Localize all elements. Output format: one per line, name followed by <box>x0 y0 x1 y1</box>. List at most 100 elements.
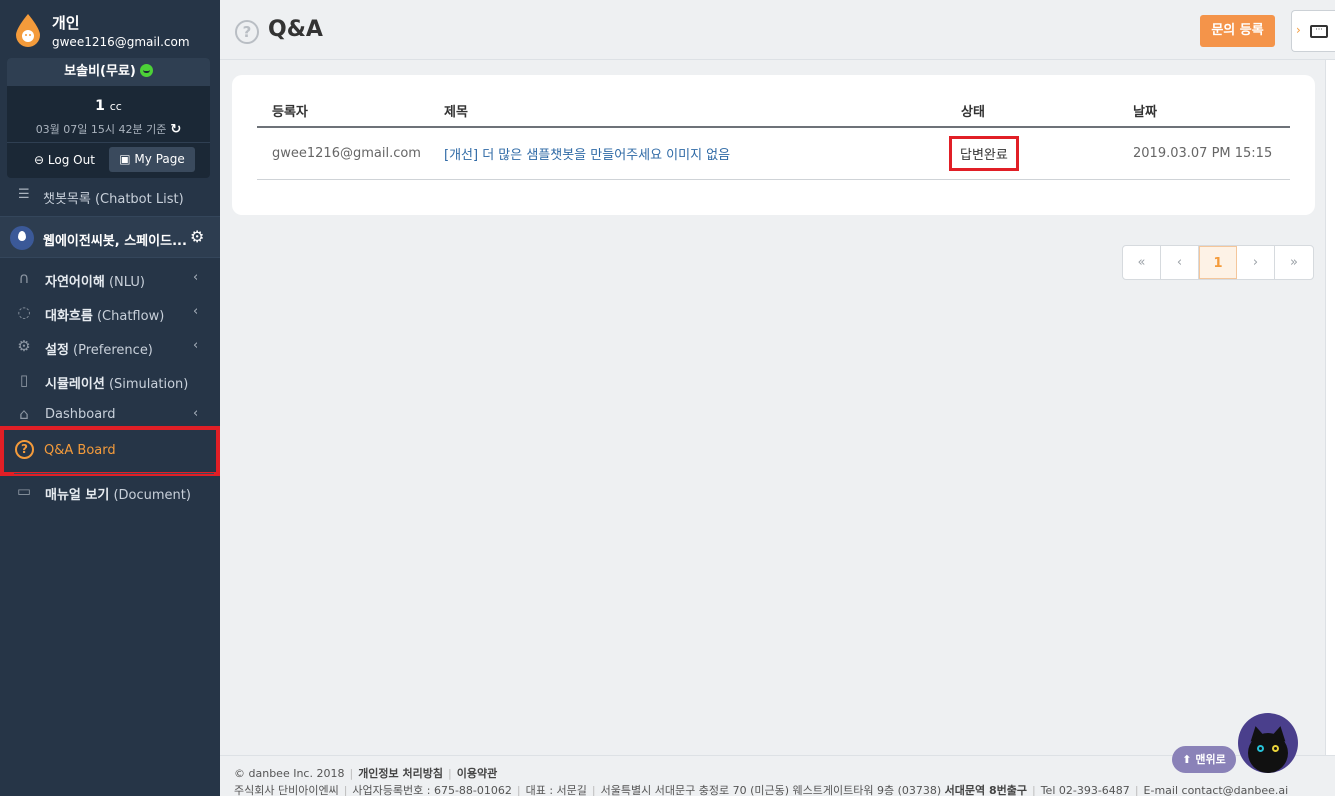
table-header-row: 등록자 제목 상태 날짜 <box>257 94 1290 128</box>
sidebar-item-label: 매뉴얼 보기 (Document) <box>45 484 191 503</box>
cc-balance: 1 cc <box>7 98 210 114</box>
last-page-button[interactable]: » <box>1275 246 1313 279</box>
chat-toggle-button[interactable]: › ··· <box>1291 10 1335 52</box>
column-header-date: 날짜 <box>1118 94 1290 128</box>
label-rest: (NLU) <box>104 275 145 290</box>
footer-station: 서대문역 8번출구 <box>944 784 1027 796</box>
cell-author: gwee1216@gmail.com <box>257 127 429 180</box>
sidebar-item-label: Q&A Board <box>44 443 116 458</box>
question-circle-icon: ? <box>235 20 259 44</box>
divider: | <box>516 784 521 796</box>
gear-icon[interactable]: ⚙ <box>190 227 204 246</box>
sidebar: 개인 gwee1216@gmail.com 보솔비(무료) 1 cc 03월 0… <box>0 0 220 796</box>
cat-eye <box>1257 745 1264 752</box>
page-button-current[interactable]: 1 <box>1199 246 1237 279</box>
scroll-to-top-button[interactable]: ⬆ 맨위로 <box>1172 746 1236 773</box>
chevron-left-icon: ‹ <box>193 270 199 285</box>
cc-date-text: 03월 07일 15시 42분 기준 <box>35 123 167 136</box>
profile-name: 개인 <box>52 14 80 32</box>
divider: | <box>349 767 354 780</box>
table-row[interactable]: gwee1216@gmail.com [개선] 더 많은 샘플챗봇을 만들어주세… <box>257 127 1290 180</box>
divider: | <box>1031 784 1036 796</box>
cell-status: 답변완료 <box>946 127 1118 180</box>
sidebar-item-preference[interactable]: ⚙ 설정 (Preference) ‹ <box>0 332 220 362</box>
chevron-right-icon: › <box>1296 23 1301 37</box>
bot-icon <box>10 226 34 250</box>
divider <box>7 142 210 143</box>
label-bold: 설정 <box>45 343 69 358</box>
inquiry-register-button[interactable]: 문의 등록 <box>1200 15 1275 47</box>
chart-board-icon: ⌂ <box>19 405 29 423</box>
mypage-label: My Page <box>134 152 185 166</box>
sidebar-item-simulation[interactable]: ▯ 시뮬레이션 (Simulation) <box>0 366 220 396</box>
sidebar-item-chatflow[interactable]: ◌ 대화흐름 (Chatflow) ‹ <box>0 298 220 328</box>
sidebar-item-label: 설정 (Preference) <box>45 339 153 358</box>
sidebar-item-label: Dashboard <box>45 407 116 422</box>
page-header: ? Q&A 문의 등록 › ··· <box>220 0 1335 60</box>
chat-bubble-icon: ··· <box>1310 25 1328 38</box>
cell-title-link[interactable]: [개선] 더 많은 샘플챗봇을 만들어주세요 이미지 없음 <box>429 127 946 180</box>
footer-row-1: © danbee Inc. 2018 | 개인정보 처리방침 | 이용약관 <box>234 765 497 781</box>
qa-table: 등록자 제목 상태 날짜 gwee1216@gmail.com [개선] 더 많… <box>257 94 1290 180</box>
phone-icon: ▯ <box>19 371 29 389</box>
question-circle-icon: ? <box>15 440 34 459</box>
logout-label: Log Out <box>47 153 95 167</box>
sidebar-item-qa-board[interactable]: ? Q&A Board <box>0 426 220 476</box>
label-rest: (Chatflow) <box>92 309 165 324</box>
gears-icon: ⚙ <box>17 337 31 355</box>
cat-chatbot-icon[interactable] <box>1238 713 1298 773</box>
footer-email: E-mail contact@danbee.ai <box>1143 784 1289 796</box>
refresh-icon[interactable]: ↻ <box>170 122 181 137</box>
label-rest: (Preference) <box>68 343 153 358</box>
footer-company: 주식회사 단비아이엔씨 <box>234 784 339 796</box>
sidebar-item-nlu[interactable]: ∩ 자연어이해 (NLU) ‹ <box>0 264 220 294</box>
sidebar-item-label: 대화흐름 (Chatflow) <box>45 305 164 324</box>
cc-unit: cc <box>109 100 122 113</box>
next-page-button[interactable]: › <box>1237 246 1275 279</box>
chevron-left-icon: ‹ <box>193 338 199 353</box>
profile-email: gwee1216@gmail.com <box>52 35 190 49</box>
label-rest: (Document) <box>109 488 191 503</box>
sidebar-item-document[interactable]: ▭ 매뉴얼 보기 (Document) <box>0 477 220 507</box>
first-page-button[interactable]: « <box>1123 246 1161 279</box>
divider: | <box>591 784 596 796</box>
column-header-title: 제목 <box>429 94 946 128</box>
chevron-left-icon: ‹ <box>193 406 199 421</box>
label-bold: 대화흐름 <box>45 309 93 324</box>
plan-title-text: 보솔비(무료) <box>64 64 136 79</box>
divider: | <box>343 784 348 796</box>
chevron-left-icon: ‹ <box>193 304 199 319</box>
profile: 개인 gwee1216@gmail.com <box>0 0 220 58</box>
bot-name: 웹에이전씨봇, 스페이드... <box>43 234 187 249</box>
id-card-icon: ▣ <box>119 152 131 166</box>
sidebar-item-label: 시뮬레이션 (Simulation) <box>45 373 188 392</box>
prev-page-button[interactable]: ‹ <box>1161 246 1199 279</box>
sidebar-item-label: 자연어이해 (NLU) <box>45 271 145 290</box>
privacy-policy-link[interactable]: 개인정보 처리방침 <box>358 767 443 780</box>
divider: | <box>1134 784 1139 796</box>
label-bold: 시뮬레이션 <box>45 377 105 392</box>
label-rest: (Simulation) <box>104 377 189 392</box>
list-icon: ☰ <box>18 187 30 202</box>
chat-panel-edge <box>1325 60 1335 755</box>
label-bold: 매뉴얼 보기 <box>45 488 110 503</box>
footer: © danbee Inc. 2018 | 개인정보 처리방침 | 이용약관 주식회사 단… <box>220 755 1335 796</box>
chat-bubbles-icon: ◌ <box>17 303 31 321</box>
sidebar-item-chatbot-list[interactable]: ☰ 챗봇목록 (Chatbot List) <box>0 185 220 207</box>
logout-button[interactable]: ⊖ Log Out <box>29 149 100 171</box>
droplet-avatar-icon <box>16 14 40 47</box>
pagination: « ‹ 1 › » <box>1122 245 1314 280</box>
divider <box>14 473 214 474</box>
label-bold: 자연어이해 <box>45 275 105 290</box>
footer-tel: Tel 02-393-6487 <box>1040 784 1130 796</box>
logout-icon: ⊖ <box>34 153 45 167</box>
divider: | <box>447 767 452 780</box>
current-bot-row[interactable]: 웹에이전씨봇, 스페이드... ⚙ <box>0 216 220 258</box>
qa-table-card: 등록자 제목 상태 날짜 gwee1216@gmail.com [개선] 더 많… <box>232 75 1315 215</box>
footer-address: 서울특별시 서대문구 충정로 70 (미근동) 웨스트게이트타워 9층 (037… <box>600 784 942 796</box>
cc-value: 1 <box>95 98 105 114</box>
terms-link[interactable]: 이용약관 <box>457 767 497 780</box>
cc-date: 03월 07일 15시 42분 기준 ↻ <box>7 121 210 137</box>
mypage-button[interactable]: ▣ My Page <box>109 147 195 172</box>
footer-ceo: 대표 : 서문길 <box>525 784 587 796</box>
